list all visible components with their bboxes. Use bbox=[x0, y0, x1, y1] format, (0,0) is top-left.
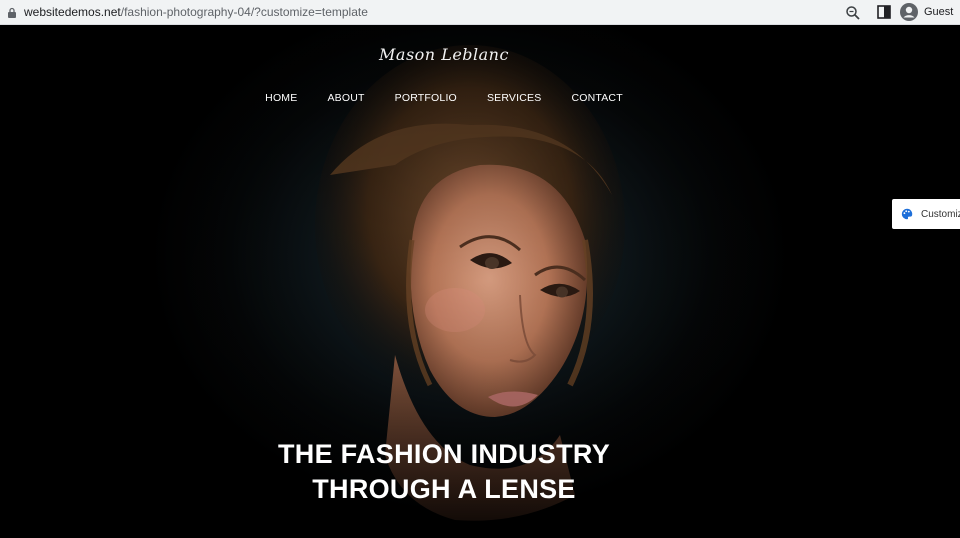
url-field[interactable]: websitedemos.net/fashion-photography-04/… bbox=[24, 5, 368, 19]
customize-button[interactable]: Customize bbox=[892, 199, 960, 229]
profile-button[interactable]: Guest bbox=[900, 2, 953, 22]
nav-contact[interactable]: CONTACT bbox=[556, 92, 637, 104]
hero-headline-line-1: THE FASHION INDUSTRY bbox=[277, 439, 611, 469]
lock-icon bbox=[8, 7, 16, 18]
main-nav: HOME ABOUT PORTFOLIO SERVICES CONTACT bbox=[0, 92, 888, 104]
customize-label: Customize bbox=[921, 208, 960, 220]
url-host: websitedemos.net bbox=[24, 5, 121, 19]
profile-icon bbox=[900, 3, 918, 21]
browser-address-bar: websitedemos.net/fashion-photography-04/… bbox=[0, 0, 960, 25]
hero-headline-line-2: THROUGH A LENSE bbox=[312, 474, 576, 504]
hero-section: Mason Leblanc HOME ABOUT PORTFOLIO SERVI… bbox=[0, 25, 960, 538]
url-path: /fashion-photography-04/?customize=templ… bbox=[120, 5, 368, 19]
zoom-icon[interactable] bbox=[845, 5, 861, 21]
nav-about[interactable]: ABOUT bbox=[312, 92, 379, 104]
profile-label: Guest bbox=[924, 6, 954, 18]
nav-portfolio[interactable]: PORTFOLIO bbox=[380, 92, 472, 104]
nav-services[interactable]: SERVICES bbox=[472, 92, 557, 104]
palette-icon bbox=[901, 208, 913, 220]
nav-home[interactable]: HOME bbox=[250, 92, 312, 104]
hero-headline: THE FASHION INDUSTRY THROUGH A LENSE bbox=[0, 437, 888, 507]
site-logo[interactable]: Mason Leblanc bbox=[0, 45, 888, 64]
side-panel-icon[interactable] bbox=[877, 5, 891, 19]
